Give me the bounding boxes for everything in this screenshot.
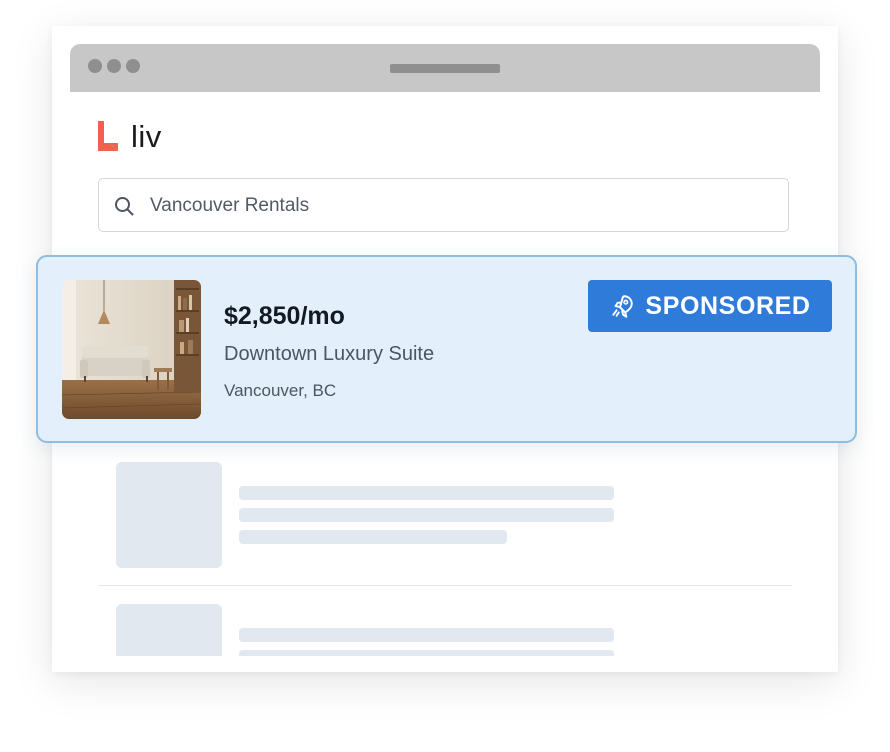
- placeholder-line: [239, 650, 614, 656]
- address-bar[interactable]: [390, 64, 500, 73]
- listing-title[interactable]: Downtown Luxury Suite: [224, 343, 434, 366]
- placeholder-thumbnail: [116, 462, 222, 568]
- window-control-dot[interactable]: [107, 59, 121, 73]
- rocket-icon: [612, 295, 634, 318]
- listing-location: Vancouver, BC: [224, 381, 337, 400]
- listing-price: $2,850/mo: [224, 302, 345, 330]
- search-icon: [115, 197, 134, 216]
- placeholder-line: [239, 628, 614, 642]
- search-input[interactable]: Vancouver Rentals: [98, 178, 789, 232]
- placeholder-line: [239, 530, 507, 544]
- living-room-photo: [62, 280, 201, 419]
- window-control-dot[interactable]: [88, 59, 102, 73]
- app-logo[interactable]: liv: [98, 119, 162, 153]
- list-divider: [98, 585, 792, 586]
- placeholder-line: [239, 486, 614, 500]
- sponsored-badge-label: SPONSORED: [645, 291, 811, 320]
- sponsored-listing-card[interactable]: $2,850/mo Downtown Luxury Suite Vancouve…: [36, 255, 857, 443]
- listing-photo[interactable]: [62, 280, 201, 419]
- logo-wordmark: liv: [131, 118, 162, 154]
- search-query: Vancouver Rentals: [150, 195, 310, 216]
- placeholder-line: [239, 508, 614, 522]
- window-control-dot[interactable]: [126, 59, 140, 73]
- browser-titlebar: [70, 44, 820, 92]
- liv-logo-icon: [98, 121, 118, 151]
- placeholder-thumbnail: [116, 604, 222, 656]
- sponsored-badge: SPONSORED: [588, 280, 832, 332]
